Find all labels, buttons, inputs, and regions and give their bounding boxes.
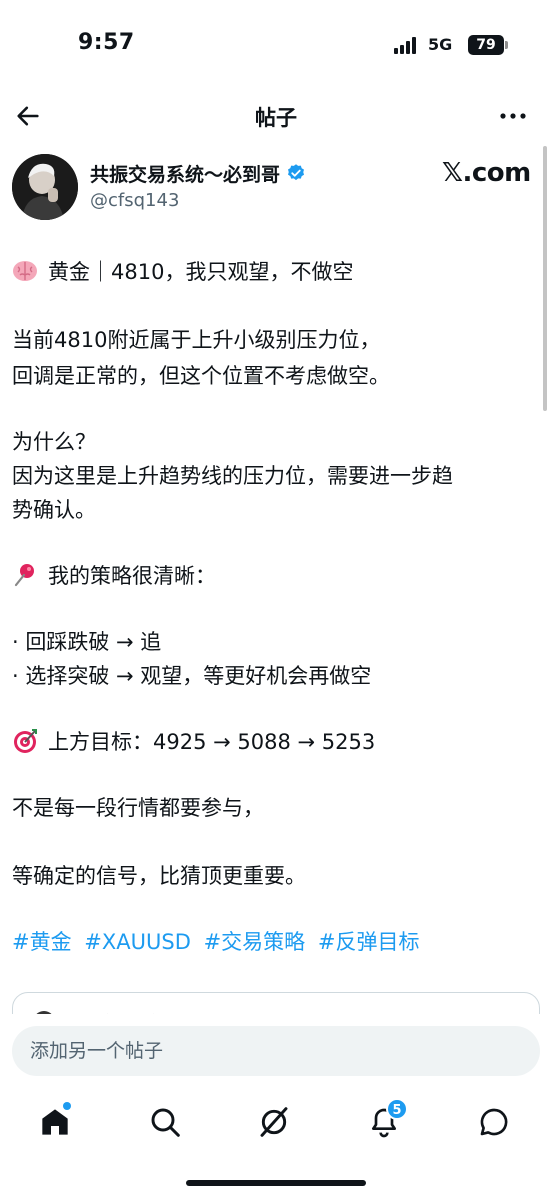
nav-messages[interactable] — [472, 1100, 516, 1144]
top-header: 帖子 — [0, 92, 552, 140]
network-type: 5G — [428, 35, 453, 54]
page-title: 帖子 — [255, 106, 297, 130]
home-icon — [42, 1109, 68, 1135]
bottom-nav: 5 — [0, 1088, 552, 1200]
home-indicator — [186, 1180, 366, 1186]
post-line: 等确定的信号，比猜顶更重要。 — [12, 864, 306, 888]
nav-notifications[interactable]: 5 — [362, 1098, 408, 1144]
hashtag-row: #黄金 #XAUUSD #交易策略 #反弹目标 — [12, 926, 425, 958]
hashtag-link[interactable]: #交易策略 — [204, 930, 306, 954]
search-icon — [151, 1108, 180, 1137]
post-line: 不是每一段行情都要参与， — [12, 796, 264, 820]
notification-badge: 5 — [386, 1098, 408, 1120]
post-line: · 回踩跌破 → 追 — [12, 630, 162, 654]
hashtag-link[interactable]: #黄金 — [12, 930, 72, 954]
author-handle[interactable]: @cfsq143 — [90, 190, 179, 211]
hashtag-link[interactable]: #XAUUSD — [84, 930, 191, 954]
grok-icon — [260, 1107, 288, 1137]
post-line: 当前4810附近属于上升小级别压力位， — [12, 328, 381, 352]
x-logo: 𝕏.com — [442, 158, 531, 188]
reply-input[interactable]: 添加另一个帖子 — [12, 1026, 540, 1076]
post-line: · 选择突破 → 观望，等更好机会再做空 — [12, 664, 372, 688]
reply-bar: 添加另一个帖子 — [0, 1014, 552, 1088]
status-bar: 9:57 5G 79 — [0, 0, 552, 90]
post-detail-screen: 9:57 5G 79 帖子 共振交易系统～必到哥 @cfsq143 𝕏.com … — [0, 0, 552, 1200]
post-line: 黄金｜4810，我只观望，不做空 — [12, 256, 353, 288]
battery-icon: 79 — [468, 35, 504, 55]
author-name-row[interactable]: 共振交易系统～必到哥 — [90, 160, 306, 186]
post-line: 为什么？ — [12, 430, 96, 454]
brain-emoji-icon — [13, 261, 37, 281]
pushpin-emoji-icon — [14, 564, 34, 587]
nav-search[interactable] — [143, 1100, 187, 1144]
messages-icon — [480, 1108, 508, 1136]
verified-badge-icon — [288, 164, 305, 181]
nav-home[interactable] — [33, 1100, 77, 1144]
battery-tip — [505, 41, 508, 49]
cellular-signal-icon — [394, 36, 420, 54]
avatar[interactable] — [12, 154, 78, 220]
hashtag-link[interactable]: #反弹目标 — [318, 930, 420, 954]
post-line: 上方目标：4925 → 5088 → 5253 — [12, 726, 375, 758]
home-unread-dot — [63, 1102, 71, 1110]
more-horizontal-icon[interactable] — [498, 104, 528, 128]
post-line: 我的策略很清晰： — [12, 560, 216, 592]
target-emoji-icon — [14, 729, 37, 753]
nav-grok[interactable] — [252, 1100, 296, 1144]
post-line: 因为这里是上升趋势线的压力位，需要进一步趋 — [12, 464, 453, 488]
post-line: 势确认。 — [12, 498, 96, 522]
scrollbar[interactable] — [543, 146, 547, 411]
status-time: 9:57 — [78, 30, 135, 55]
post-line: 回调是正常的，但这个位置不考虑做空。 — [12, 364, 390, 388]
author-name[interactable]: 共振交易系统～必到哥 — [90, 160, 280, 187]
